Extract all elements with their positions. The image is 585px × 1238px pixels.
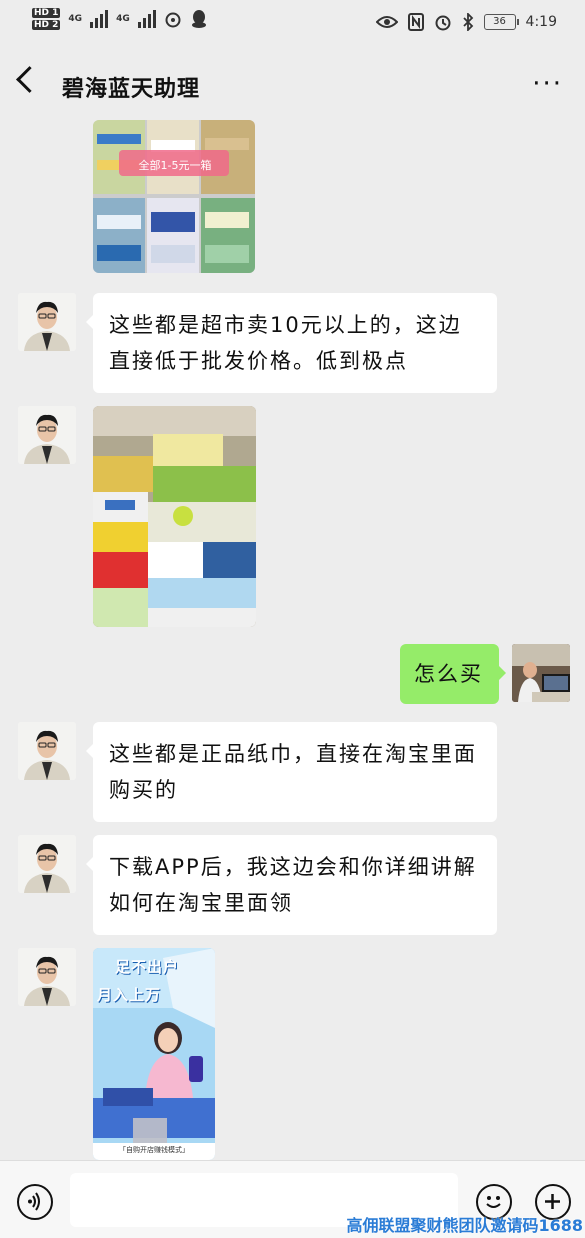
qq-icon [191,10,206,28]
more-options-icon[interactable]: ··· [532,71,563,97]
voice-icon[interactable] [17,1184,53,1220]
status-left: HD 1 HD 2 4G 4G [32,8,208,30]
tissue-stack-image[interactable] [93,406,256,627]
promo-poster-graphic [93,948,215,1160]
avatar-portrait-graphic [18,722,76,780]
bluetooth-icon [462,13,473,31]
image-overlay-text: 全部1-5元一箱 [138,159,212,172]
poster-caption: 「自购开店赚钱模式」 [119,1146,189,1154]
chat-header: 碧海蓝天助理 ··· [0,48,585,120]
tissue-stack-graphic [93,406,256,627]
message-bubble[interactable]: 这些都是正品纸巾，直接在淘宝里面购买的 [86,722,497,822]
message-composer: 高佣联盟聚财熊团队邀请码1688 [0,1160,585,1238]
my-avatar-graphic [512,644,570,702]
status-bar: HD 1 HD 2 4G 4G 36 4:19 [0,0,585,48]
message-bubble[interactable]: 这些都是超市卖10元以上的，这边直接低于批发价格。低到极点 [86,293,497,393]
avatar-portrait-graphic [18,948,76,1006]
contact-avatar[interactable] [18,835,76,893]
chat-title: 碧海蓝天助理 [62,77,201,102]
clock: 4:19 [525,14,557,30]
eye-icon [375,16,398,28]
message-text: 这些都是正品纸巾，直接在淘宝里面购买的 [109,742,477,802]
hd1-badge: HD 1 [32,8,61,18]
message-bubble[interactable]: 下载APP后，我这边会和你详细讲解如何在淘宝里面领 [86,835,497,935]
contact-avatar[interactable] [18,722,76,780]
avatar-portrait-graphic [18,406,76,464]
nfc-icon [407,13,424,31]
battery-icon: 36 [483,14,519,30]
voice-wave-graphic [28,1192,40,1211]
back-chevron-icon[interactable] [16,66,43,93]
product-grid-graphic [93,120,255,273]
my-message-bubble[interactable]: 怎么买 [400,644,506,704]
promo-poster-image[interactable]: 足不出户 月入上万 「自购开店赚钱模式」 [93,948,215,1160]
message-text: 这些都是超市卖10元以上的，这边直接低于批发价格。低到极点 [109,313,462,373]
signal-icon [90,10,109,28]
contact-avatar[interactable] [18,293,76,351]
alarm-icon [435,15,451,31]
avatar-portrait-graphic [18,293,76,351]
avatar-portrait-graphic [18,835,76,893]
poster-headline-1: 足不出户 [115,958,180,976]
network-label-1: 4G [68,14,83,24]
contact-avatar[interactable] [18,948,76,1006]
network-label-2: 4G [116,14,130,24]
status-right: 36 4:19 [375,13,557,31]
signal-icon-2 [137,10,156,28]
my-avatar[interactable] [512,644,570,702]
message-list[interactable]: 全部1-5元一箱 这些都是超市卖10元以上的，这边直接低于批发价格。低到极点 怎… [0,120,585,1160]
poster-headline-2: 月入上万 [97,986,162,1004]
product-grid-image[interactable]: 全部1-5元一箱 [93,120,255,273]
watermark-text: 高佣联盟聚财熊团队邀请码1688 [346,1216,583,1235]
message-text: 怎么买 [414,662,483,686]
hd2-badge: HD 2 [32,20,61,30]
contact-avatar[interactable] [18,406,76,464]
message-text: 下载APP后，我这边会和你详细讲解如何在淘宝里面领 [109,855,477,915]
data-saver-icon [165,12,181,28]
